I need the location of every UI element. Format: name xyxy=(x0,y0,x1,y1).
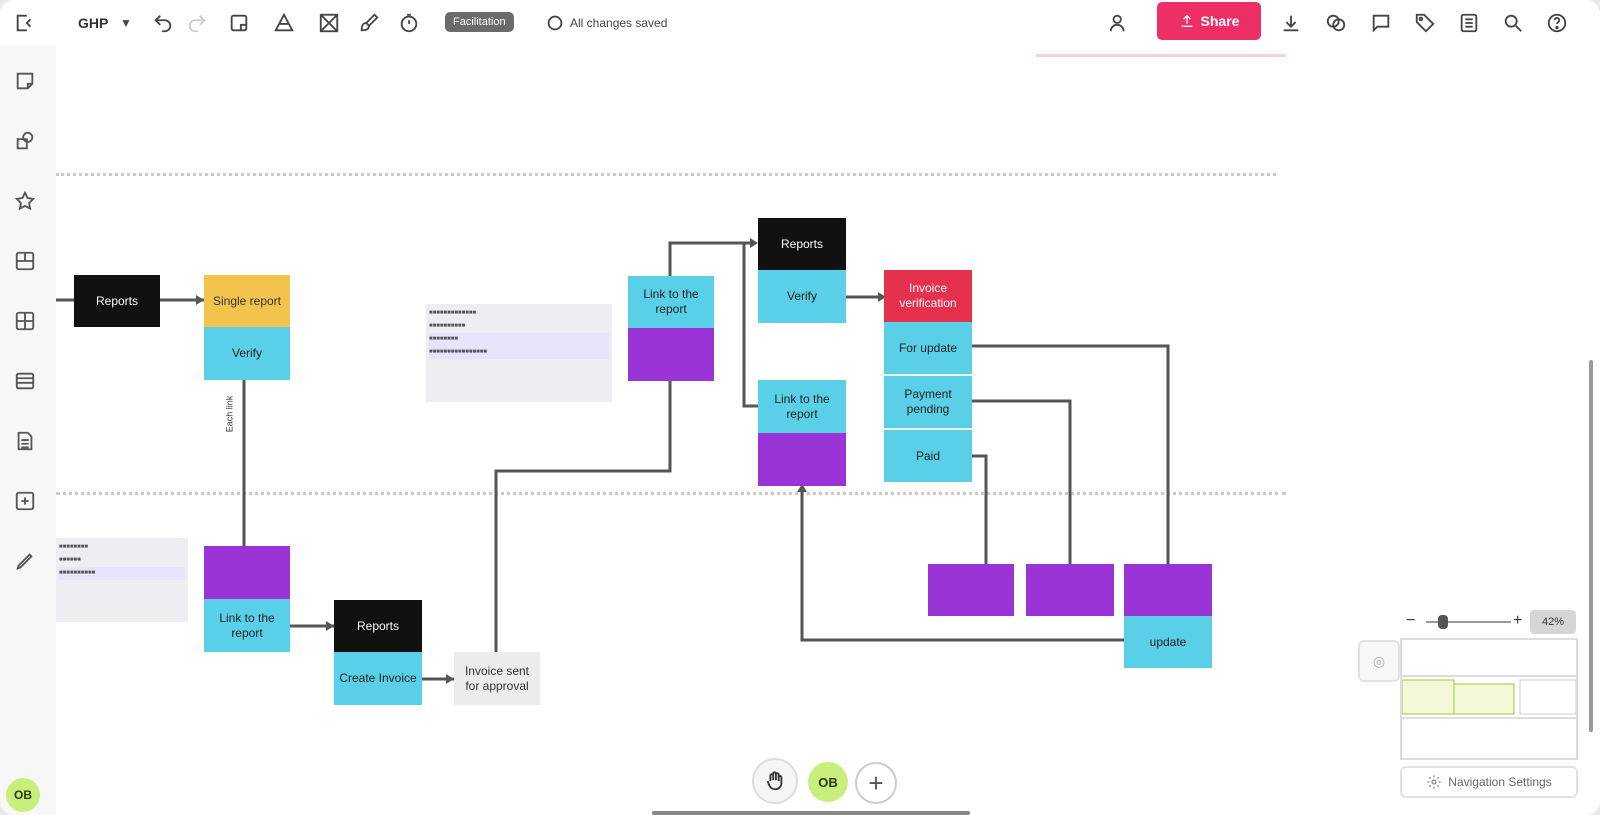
reports-card[interactable]: Reports xyxy=(74,275,160,327)
upload-icon xyxy=(1181,14,1192,27)
paid-card[interactable]: Paid xyxy=(884,430,972,482)
chevron-down-icon[interactable]: ▼ xyxy=(120,10,132,36)
star-icon[interactable] xyxy=(12,188,38,214)
paint-icon[interactable] xyxy=(358,10,380,36)
document-icon[interactable] xyxy=(12,428,38,454)
connector-label: Each link xyxy=(224,395,235,433)
add-collaborator-button[interactable]: + xyxy=(855,762,897,804)
link-to-report-card[interactable]: Link to the report xyxy=(758,380,846,433)
sticky-note-icon[interactable] xyxy=(12,68,38,94)
frame-icon[interactable] xyxy=(12,308,38,334)
minimap[interactable] xyxy=(1400,638,1578,760)
tag-icon[interactable] xyxy=(1414,10,1436,36)
note-line: ■■■■■■■■■■ xyxy=(59,567,185,580)
list-icon[interactable] xyxy=(1458,10,1480,36)
share-button[interactable]: Share xyxy=(1157,2,1261,40)
grid-icon[interactable] xyxy=(318,10,340,36)
reactions-icon[interactable] xyxy=(1325,10,1347,36)
zoom-slider-handle[interactable] xyxy=(1438,615,1448,629)
note-line: ■■■■■■■■■■■■■ xyxy=(429,310,477,316)
connector xyxy=(742,241,758,408)
arrowhead xyxy=(446,674,454,684)
note-icon[interactable] xyxy=(228,10,250,36)
board-canvas[interactable]: Reports Single report Verify Each link ■… xyxy=(56,46,1600,815)
verify-card[interactable]: Verify xyxy=(758,270,846,323)
payment-pending-card[interactable]: Payment pending xyxy=(884,376,972,428)
help-icon[interactable] xyxy=(1546,10,1568,36)
verify-card[interactable]: Verify xyxy=(204,327,290,380)
search-icon[interactable] xyxy=(1502,10,1524,36)
minimap-toggle-button[interactable]: ◎ xyxy=(1358,640,1400,682)
note-line: ■■■■■■■■■■ xyxy=(429,323,466,329)
plus-icon: + xyxy=(868,767,884,798)
minimap-preview xyxy=(1401,640,1577,758)
note-line: ■■■■■■■■ xyxy=(59,544,88,550)
hand-icon xyxy=(766,771,783,791)
pen-icon[interactable] xyxy=(12,548,38,574)
invoice-sent-card[interactable]: Invoice sent for approval xyxy=(454,652,540,705)
download-icon[interactable] xyxy=(1280,10,1302,36)
purple-note-card[interactable] xyxy=(1124,564,1212,616)
comment-icon[interactable] xyxy=(1370,10,1392,36)
for-update-card[interactable]: For update xyxy=(884,322,972,374)
reports-card[interactable]: Reports xyxy=(334,600,422,652)
whiteboard-app: Reports Single report Verify Each link ■… xyxy=(0,0,1600,815)
link-to-report-card[interactable]: Link to the report xyxy=(628,276,714,328)
arrowhead xyxy=(326,621,334,631)
gear-icon xyxy=(1427,775,1441,789)
avatar[interactable]: OB xyxy=(808,762,848,802)
zoom-control: − + 42% xyxy=(1400,610,1580,634)
shapes-icon[interactable] xyxy=(12,128,38,154)
user-lock-icon[interactable] xyxy=(1108,10,1130,36)
template-icon[interactable] xyxy=(12,248,38,274)
arrowhead xyxy=(196,295,204,305)
purple-note-card[interactable] xyxy=(204,546,290,599)
hand-tool-button[interactable] xyxy=(752,758,798,804)
connector xyxy=(800,486,1124,642)
connector xyxy=(972,454,988,564)
redo-icon[interactable] xyxy=(186,10,208,36)
navigation-settings-button[interactable]: Navigation Settings xyxy=(1400,766,1578,798)
save-status: All changes saved xyxy=(570,16,668,30)
reports-card[interactable]: Reports xyxy=(758,218,846,270)
purple-note-card[interactable] xyxy=(758,433,846,486)
connector xyxy=(494,381,672,652)
table-icon[interactable] xyxy=(12,368,38,394)
link-to-report-card[interactable]: Link to the report xyxy=(204,599,290,652)
upload-image-icon[interactable] xyxy=(12,488,38,514)
timer-icon[interactable] xyxy=(398,10,420,36)
zoom-out-icon[interactable]: − xyxy=(1406,612,1415,630)
single-report-card[interactable]: Single report xyxy=(204,275,290,327)
share-label: Share xyxy=(1200,13,1240,29)
avatar[interactable]: OB xyxy=(6,778,40,812)
invoice-verification-card[interactable]: Invoice verification xyxy=(884,270,972,322)
cloud-saved-icon xyxy=(544,10,566,36)
undo-icon[interactable] xyxy=(152,10,174,36)
board-name[interactable]: GHP xyxy=(78,10,108,36)
collapse-sidebar-icon[interactable] xyxy=(14,10,36,36)
sticky-note-left[interactable]: ■■■■■■■■ ■■■■■■ ■■■■■■■■■■ xyxy=(56,538,188,622)
sticky-note-middle[interactable]: ■■■■■■■■■■■■■ ■■■■■■■■■■ ■■■■■■■■ ■■■■■■… xyxy=(426,304,612,402)
navigation-settings-label: Navigation Settings xyxy=(1448,775,1552,789)
note-line: ■■■■■■■■■■■■■■■■ xyxy=(429,346,609,359)
left-toolbar: OB xyxy=(0,0,56,815)
create-invoice-card[interactable]: Create Invoice xyxy=(334,652,422,705)
zoom-level[interactable]: 42% xyxy=(1530,610,1576,634)
map-icon: ◎ xyxy=(1372,652,1386,669)
arrowhead xyxy=(750,238,758,248)
zoom-in-icon[interactable]: + xyxy=(1513,612,1522,630)
horizontal-scrollbar[interactable] xyxy=(652,811,970,815)
shapes-icon[interactable] xyxy=(273,10,295,36)
update-card[interactable]: update xyxy=(1124,616,1212,668)
purple-note-card[interactable] xyxy=(928,564,1014,616)
purple-note-card[interactable] xyxy=(1026,564,1114,616)
facilitation-badge[interactable]: Facilitation xyxy=(445,12,514,32)
vertical-scrollbar[interactable] xyxy=(1589,360,1593,732)
note-line: ■■■■■■■■ xyxy=(429,333,609,346)
note-line: ■■■■■■ xyxy=(59,557,81,563)
top-toolbar: GHP ▼ Facilitation All changes saved Sha… xyxy=(0,0,1600,46)
purple-note-card[interactable] xyxy=(628,328,714,381)
